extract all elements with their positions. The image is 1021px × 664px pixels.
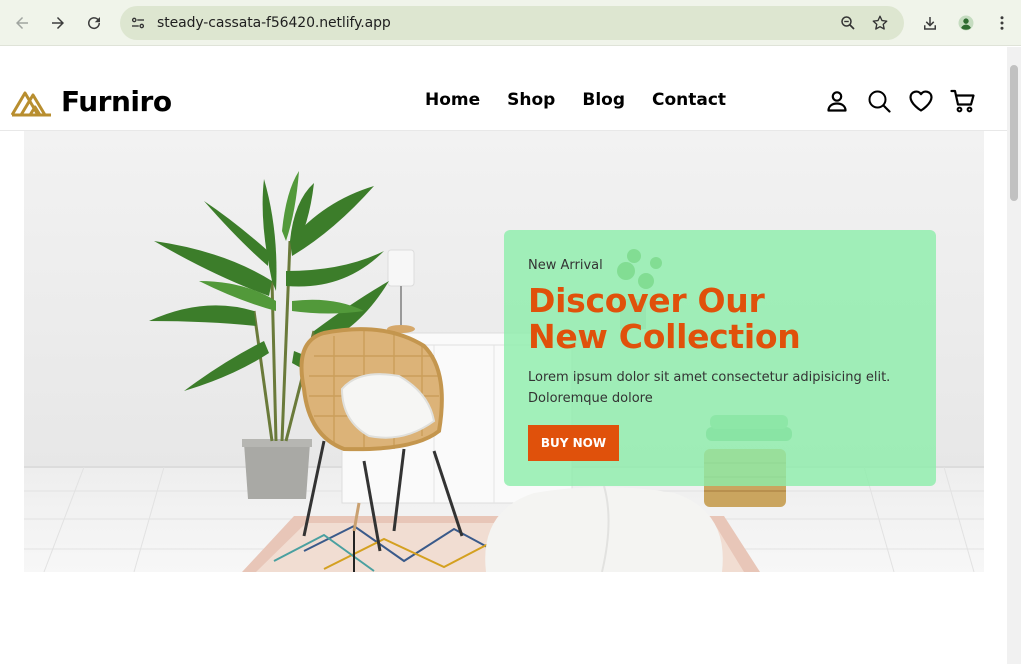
- download-icon: [924, 17, 936, 30]
- site-logo[interactable]: Furniro: [11, 85, 172, 118]
- forward-icon: [52, 17, 64, 29]
- main-nav: Home Shop Blog Contact: [425, 90, 726, 110]
- hero-title: Discover Our New Collection: [528, 283, 908, 355]
- hero-subtitle: New Arrival: [528, 258, 603, 273]
- account-icon[interactable]: [824, 88, 850, 114]
- nav-contact[interactable]: Contact: [652, 90, 726, 110]
- profile-icon: [958, 15, 974, 31]
- download-button[interactable]: [916, 9, 944, 37]
- zoom-icon[interactable]: [836, 11, 860, 35]
- reload-icon: [88, 17, 101, 30]
- nav-shop[interactable]: Shop: [507, 90, 555, 110]
- address-bar[interactable]: steady-cassata-f56420.netlify.app: [120, 6, 904, 40]
- page-viewport: Furniro Home Shop Blog Contact New Arriv…: [0, 47, 1007, 664]
- logo-icon: [11, 87, 55, 117]
- brand-name: Furniro: [61, 85, 172, 118]
- menu-icon: [1000, 16, 1004, 30]
- cart-icon[interactable]: [950, 88, 976, 114]
- bookmark-star-icon[interactable]: [868, 11, 892, 35]
- profile-button[interactable]: [952, 9, 980, 37]
- hero-banner: New Arrival Discover Our New Collection …: [24, 131, 984, 572]
- hero-title-line1: Discover Our: [528, 281, 765, 320]
- site-header: Furniro Home Shop Blog Contact: [0, 47, 1007, 131]
- buy-now-button[interactable]: BUY NOW: [528, 425, 619, 461]
- search-icon[interactable]: [866, 88, 892, 114]
- wishlist-heart-icon[interactable]: [908, 88, 934, 114]
- back-button[interactable]: [8, 9, 36, 37]
- hero-description: Lorem ipsum dolor sit amet consectetur a…: [528, 370, 891, 406]
- url-text[interactable]: steady-cassata-f56420.netlify.app: [157, 15, 391, 31]
- forward-button[interactable]: [44, 9, 72, 37]
- hero-promo-card: New Arrival Discover Our New Collection …: [504, 230, 936, 486]
- header-actions: [824, 88, 976, 114]
- nav-blog[interactable]: Blog: [582, 90, 625, 110]
- back-icon: [16, 17, 28, 29]
- page-scrollbar[interactable]: [1007, 47, 1021, 664]
- scrollbar-thumb[interactable]: [1010, 65, 1018, 201]
- browser-toolbar: steady-cassata-f56420.netlify.app: [0, 0, 1021, 46]
- site-info-icon[interactable]: [126, 11, 150, 35]
- hero-title-line2: New Collection: [528, 317, 801, 356]
- menu-button[interactable]: [988, 9, 1016, 37]
- nav-home[interactable]: Home: [425, 90, 480, 110]
- reload-button[interactable]: [80, 9, 108, 37]
